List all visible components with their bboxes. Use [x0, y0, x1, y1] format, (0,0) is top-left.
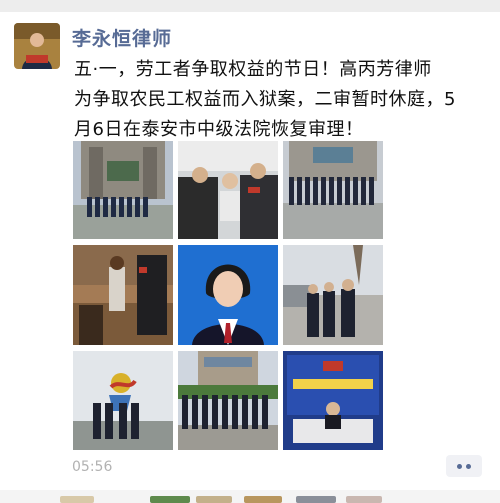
photo-courthouse-crowd[interactable] [283, 141, 383, 239]
photo-police-escort[interactable] [178, 141, 278, 239]
author-name[interactable]: 李永恒律师 [72, 24, 172, 51]
preview-chip [60, 496, 94, 503]
photo-courtroom[interactable] [73, 245, 173, 345]
photo-courthouse-group[interactable] [73, 141, 173, 239]
more-dot [457, 463, 462, 469]
preview-chip [150, 496, 190, 503]
photo-statue-group[interactable] [73, 351, 173, 450]
preview-chip [346, 496, 382, 503]
next-post-preview [0, 490, 500, 503]
preview-chip [196, 496, 232, 503]
photo-lawyer-portrait[interactable] [178, 245, 278, 345]
more-dots-icon[interactable] [446, 455, 482, 477]
post-text: 五·一，劳工者争取权益的节日！高丙芳律师 为争取农民工权益而入狱案，二审暂时休庭… [74, 59, 456, 140]
photo-building-group[interactable] [178, 351, 278, 450]
preview-chip [296, 496, 336, 503]
preview-chip [244, 496, 282, 503]
top-strip [0, 0, 500, 12]
more-dot [466, 463, 471, 469]
photo-street-group[interactable] [283, 245, 383, 345]
photo-awards-stage[interactable] [283, 351, 383, 450]
avatar[interactable] [14, 23, 60, 69]
post-timestamp: 05:56 [72, 459, 113, 475]
